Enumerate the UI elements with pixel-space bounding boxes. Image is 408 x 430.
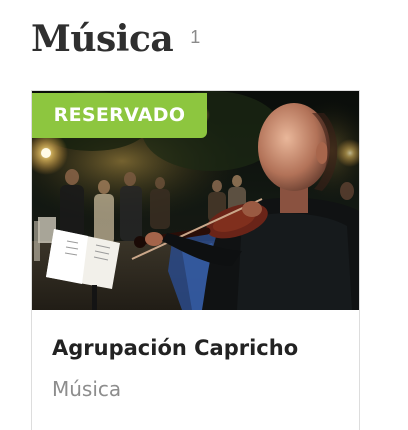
vendor-category: Música	[52, 377, 122, 401]
reserved-badge: RESERVADO	[32, 93, 207, 138]
vendor-card[interactable]: RESERVADO Agrupación Capricho Música	[31, 90, 360, 430]
vendor-name-link[interactable]: Agrupación Capricho	[52, 336, 298, 360]
vendor-photo[interactable]: RESERVADO	[32, 91, 359, 310]
section-count: 1	[190, 27, 201, 47]
section-header: Música 1	[31, 18, 200, 60]
section-title: Música	[31, 18, 174, 60]
